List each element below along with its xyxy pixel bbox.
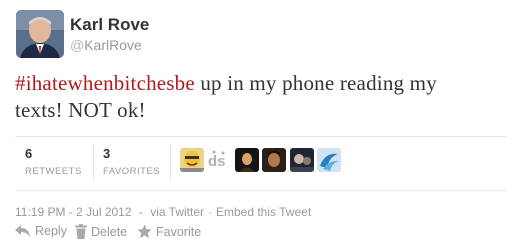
favorite-label: Favorite	[156, 225, 202, 239]
favorites-stat[interactable]: 3 FAVORITES	[103, 142, 160, 177]
favorites-label: FAVORITES	[103, 166, 161, 177]
tweet-text-line1: up in my phone reading my	[194, 71, 437, 95]
stat-separator	[93, 144, 94, 180]
tweet-text-line2: texts! NOT ok!	[15, 98, 146, 122]
favoriter-avatar[interactable]: ds	[207, 148, 231, 172]
favoriter-avatar[interactable]	[180, 148, 204, 172]
retweets-stat[interactable]: 6 RETWEETS	[25, 142, 82, 177]
divider-top	[15, 136, 507, 137]
star-icon	[137, 224, 152, 239]
tweet-timestamp[interactable]: 11:19 PM - 2 Jul 2012	[15, 205, 132, 219]
favorites-count: 3	[103, 146, 111, 161]
delete-label: Delete	[91, 225, 128, 239]
screen-name-text: KarlRove	[84, 37, 142, 53]
svg-text:ds: ds	[208, 153, 226, 170]
at-sign: @	[70, 37, 85, 53]
tweet-text: #ihatewhenbitchesbe up in my phone readi…	[15, 70, 510, 124]
trash-icon	[75, 224, 87, 239]
tweet-source[interactable]: via Twitter	[150, 205, 204, 219]
tweet-meta: 11:19 PM - 2 Jul 2012 - via Twitter · Embe…	[15, 205, 312, 219]
divider-bottom	[15, 190, 507, 191]
reply-button[interactable]: Reply	[15, 224, 67, 238]
author-screen-name[interactable]: @KarlRove	[70, 37, 142, 53]
favoriter-avatar[interactable]	[317, 148, 341, 172]
author-name[interactable]: Karl Rove	[70, 15, 149, 35]
embed-link[interactable]: Embed this Tweet	[216, 205, 311, 219]
reply-label: Reply	[35, 224, 67, 238]
retweets-label: RETWEETS	[25, 166, 82, 177]
hashtag-link[interactable]: #ihatewhenbitchesbe	[15, 71, 195, 95]
tweet-stats: 6 RETWEETS 3 FAVORITES ds	[15, 142, 507, 186]
tweet-card: Karl Rove @KarlRove #ihatewhenbitchesbe …	[0, 0, 520, 250]
retweets-count: 6	[25, 146, 33, 161]
delete-button[interactable]: Delete	[75, 224, 127, 239]
favoriter-avatar[interactable]	[235, 148, 259, 172]
author-avatar[interactable]	[16, 10, 64, 58]
favoriter-avatar[interactable]	[290, 148, 314, 172]
reply-icon	[15, 225, 30, 237]
favorite-button[interactable]: Favorite	[137, 224, 201, 239]
favoriter-avatar[interactable]	[262, 148, 286, 172]
stat-separator	[170, 144, 171, 180]
